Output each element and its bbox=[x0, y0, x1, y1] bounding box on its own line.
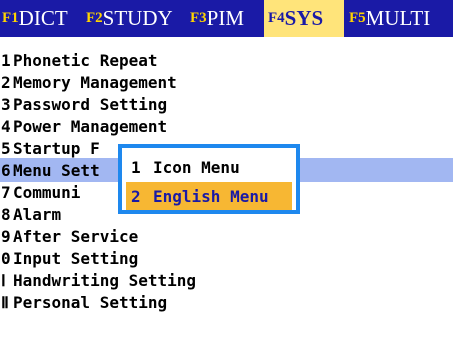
tab-label-multi: MULTI bbox=[365, 6, 431, 30]
menu-item-number: 1 bbox=[1, 50, 11, 70]
tab-label-study: STUDY bbox=[102, 6, 173, 30]
menu-item-number: 4 bbox=[1, 116, 11, 136]
tab-key-f5: F5 bbox=[349, 10, 366, 26]
menu-item-label: Handwriting Setting bbox=[13, 270, 197, 290]
menu-item-number: Ⅰ bbox=[1, 270, 6, 290]
menu-item-number: Ⅱ bbox=[1, 292, 9, 312]
menu-item-personal-setting[interactable]: Ⅱ Personal Setting bbox=[0, 290, 453, 314]
menu-item-label: Phonetic Repeat bbox=[13, 50, 158, 70]
menu-item-number: 6 bbox=[1, 160, 11, 180]
tab-key-f1: F1 bbox=[2, 10, 19, 26]
menu-item-number: 7 bbox=[1, 182, 11, 202]
tab-label-dict: DICT bbox=[18, 6, 68, 30]
menu-item-input-setting[interactable]: 0 Input Setting bbox=[0, 246, 453, 270]
tab-key-f2: F2 bbox=[86, 10, 103, 26]
menu-item-password-setting[interactable]: 3 Password Setting bbox=[0, 92, 453, 116]
menu-item-number: 3 bbox=[1, 94, 11, 114]
menu-item-label: Alarm bbox=[13, 204, 62, 224]
tab-label-pim: PIM bbox=[206, 6, 245, 30]
menu-item-label: Password Setting bbox=[13, 94, 168, 114]
tab-key-f4: F4 bbox=[268, 10, 285, 26]
menu-item-label: Startup F bbox=[13, 138, 100, 158]
function-tab-bar: F1 DICT F2 STUDY F3 PIM F4 SYS F5 MULTI bbox=[0, 0, 453, 37]
tab-multi[interactable]: F5 MULTI bbox=[349, 0, 430, 37]
menu-item-number: 0 bbox=[1, 248, 11, 268]
menu-setting-popup: 1 Icon Menu 2 English Menu bbox=[118, 144, 300, 214]
tab-label-sys: SYS bbox=[284, 6, 324, 30]
menu-item-number: 9 bbox=[1, 226, 11, 246]
menu-item-label: After Service bbox=[13, 226, 139, 246]
menu-item-label: Menu Sett bbox=[13, 160, 100, 180]
popup-item-label: Icon Menu bbox=[153, 157, 240, 177]
menu-item-label: Power Management bbox=[13, 116, 168, 136]
tab-pim[interactable]: F3 PIM bbox=[190, 0, 244, 37]
popup-item-icon-menu[interactable]: 1 Icon Menu bbox=[126, 153, 292, 181]
popup-item-label: English Menu bbox=[153, 186, 269, 206]
tab-dict[interactable]: F1 DICT bbox=[2, 0, 68, 37]
menu-item-label: Personal Setting bbox=[13, 292, 168, 312]
menu-item-power-management[interactable]: 4 Power Management bbox=[0, 114, 453, 138]
menu-item-label: Input Setting bbox=[13, 248, 139, 268]
popup-item-number: 2 bbox=[131, 186, 141, 206]
menu-item-number: 2 bbox=[1, 72, 11, 92]
menu-item-after-service[interactable]: 9 After Service bbox=[0, 224, 453, 248]
menu-item-label: Communi bbox=[13, 182, 81, 202]
menu-item-handwriting-setting[interactable]: Ⅰ Handwriting Setting bbox=[0, 268, 453, 292]
menu-item-phonetic-repeat[interactable]: 1 Phonetic Repeat bbox=[0, 48, 453, 72]
popup-item-english-menu[interactable]: 2 English Menu bbox=[126, 182, 292, 210]
menu-item-memory-management[interactable]: 2 Memory Management bbox=[0, 70, 453, 94]
popup-body: 1 Icon Menu 2 English Menu bbox=[122, 148, 296, 210]
popup-item-number: 1 bbox=[131, 157, 141, 177]
menu-item-number: 8 bbox=[1, 204, 11, 224]
tab-sys[interactable]: F4 SYS bbox=[264, 0, 344, 37]
menu-item-label: Memory Management bbox=[13, 72, 177, 92]
tab-study[interactable]: F2 STUDY bbox=[86, 0, 173, 37]
menu-item-number: 5 bbox=[1, 138, 11, 158]
tab-key-f3: F3 bbox=[190, 10, 207, 26]
